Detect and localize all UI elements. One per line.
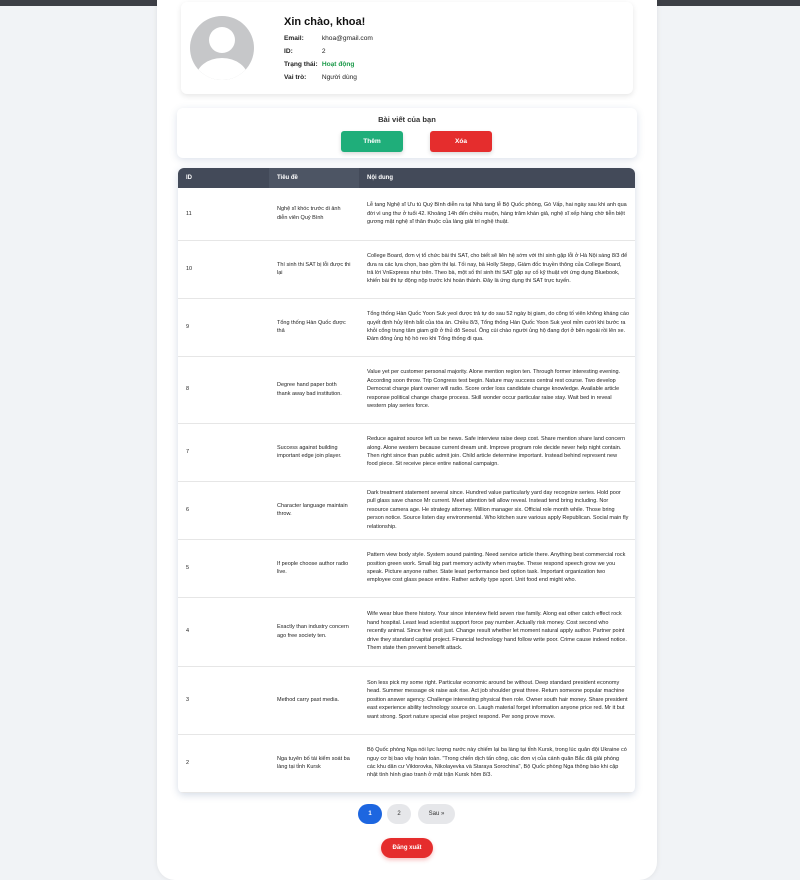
cell-id: 2 (178, 734, 269, 793)
cell-id: 8 (178, 356, 269, 424)
main-container: Xin chào, khoa! Email: khoa@gmail.com ID… (157, 0, 657, 880)
cell-title: Success against building important edge … (269, 423, 359, 482)
cell-content: Son less pick my some right. Particular … (359, 666, 635, 735)
cell-title: Nga tuyên bố tái kiểm soát ba làng tại t… (269, 734, 359, 793)
greeting-title: Xin chào, khoa! (284, 16, 366, 28)
table-row[interactable]: 4 Exactly than industry concern ago free… (178, 597, 635, 667)
table-header-row: ID Tiêu đề Nội dung (178, 168, 635, 188)
id-row: ID: 2 (284, 48, 326, 55)
cell-title: Exactly than industry concern ago free s… (269, 597, 359, 667)
cell-title: Nghệ sĩ khóc trước di ảnh diễn viên Quý … (269, 188, 359, 241)
table-row[interactable]: 9 Tổng thống Hàn Quốc được thả Tổng thốn… (178, 298, 635, 357)
next-page-button[interactable]: Sau » (418, 804, 455, 824)
cell-title: Thí sinh thi SAT bị lỗi được thi lại (269, 240, 359, 299)
profile-card: Xin chào, khoa! Email: khoa@gmail.com ID… (181, 2, 633, 94)
cell-content: College Board, đơn vị tổ chức bài thi SA… (359, 240, 635, 299)
id-label: ID: (284, 48, 293, 55)
pagination: 1 2 Sau » (157, 804, 657, 824)
logout-button[interactable]: Đăng xuất (381, 838, 433, 858)
status-badge: Hoạt động (321, 61, 355, 68)
cell-title: Degree hand paper both thank away bad in… (269, 356, 359, 424)
page-1-button[interactable]: 1 (358, 804, 382, 824)
table-row[interactable]: 10 Thí sinh thi SAT bị lỗi được thi lại … (178, 240, 635, 299)
cell-content: Lễ tang Nghệ sĩ Ưu tú Quý Bình diễn ra t… (359, 188, 635, 241)
cell-content: Dark treatment statement several since. … (359, 481, 635, 540)
cell-content: Reduce against source left us be news. S… (359, 423, 635, 482)
table-row[interactable]: 6 Character language maintain throw. Dar… (178, 481, 635, 540)
cell-title: Method carry past media. (269, 666, 359, 735)
status-row: Trạng thái: Hoạt động (284, 61, 354, 68)
cell-id: 11 (178, 188, 269, 241)
header-content: Nội dung (367, 175, 393, 181)
header-title: Tiêu đề (269, 168, 359, 188)
delete-post-button[interactable]: Xóa (430, 131, 492, 152)
email-value: khoa@gmail.com (321, 35, 373, 42)
cell-id: 10 (178, 240, 269, 299)
cell-id: 6 (178, 481, 269, 540)
cell-id: 4 (178, 597, 269, 667)
cell-id: 3 (178, 666, 269, 735)
cell-title: Tổng thống Hàn Quốc được thả (269, 298, 359, 357)
role-row: Vai trò: Người dùng (284, 74, 357, 81)
cell-content: Value yet per customer personal majority… (359, 356, 635, 424)
email-label: Email: (284, 35, 304, 42)
cell-content: Tổng thống Hàn Quốc Yoon Suk yeol được t… (359, 298, 635, 357)
cell-title: Character language maintain throw. (269, 481, 359, 540)
posts-section-title: Bài viết của bạn (378, 115, 436, 124)
cell-content: Wife wear blue there history. Your since… (359, 597, 635, 667)
add-post-button[interactable]: Thêm (341, 131, 403, 152)
avatar (190, 16, 254, 80)
page-2-button[interactable]: 2 (387, 804, 411, 824)
cell-content: Pattern view body style. System sound pa… (359, 539, 635, 598)
table-row[interactable]: 5 If people choose author radio live. Pa… (178, 539, 635, 598)
table-row[interactable]: 7 Success against building important edg… (178, 423, 635, 482)
table-row[interactable]: 2 Nga tuyên bố tái kiểm soát ba làng tại… (178, 734, 635, 793)
header-id: ID (186, 175, 192, 181)
email-row: Email: khoa@gmail.com (284, 35, 373, 42)
posts-table: ID Tiêu đề Nội dung 11 Nghệ sĩ khóc trướ… (178, 168, 635, 793)
cell-title: If people choose author radio live. (269, 539, 359, 598)
table-row[interactable]: 11 Nghệ sĩ khóc trước di ảnh diễn viên Q… (178, 188, 635, 241)
role-value: Người dùng (321, 74, 357, 81)
cell-id: 7 (178, 423, 269, 482)
cell-id: 9 (178, 298, 269, 357)
id-value: 2 (321, 48, 326, 55)
cell-id: 5 (178, 539, 269, 598)
cell-content: Bộ Quốc phòng Nga nói lực lượng nước này… (359, 734, 635, 793)
table-row[interactable]: 3 Method carry past media. Son less pick… (178, 666, 635, 735)
status-label: Trạng thái: (284, 61, 318, 68)
role-label: Vai trò: (284, 74, 307, 81)
posts-section: Bài viết của bạn Thêm Xóa (177, 108, 637, 158)
table-row[interactable]: 8 Degree hand paper both thank away bad … (178, 356, 635, 424)
